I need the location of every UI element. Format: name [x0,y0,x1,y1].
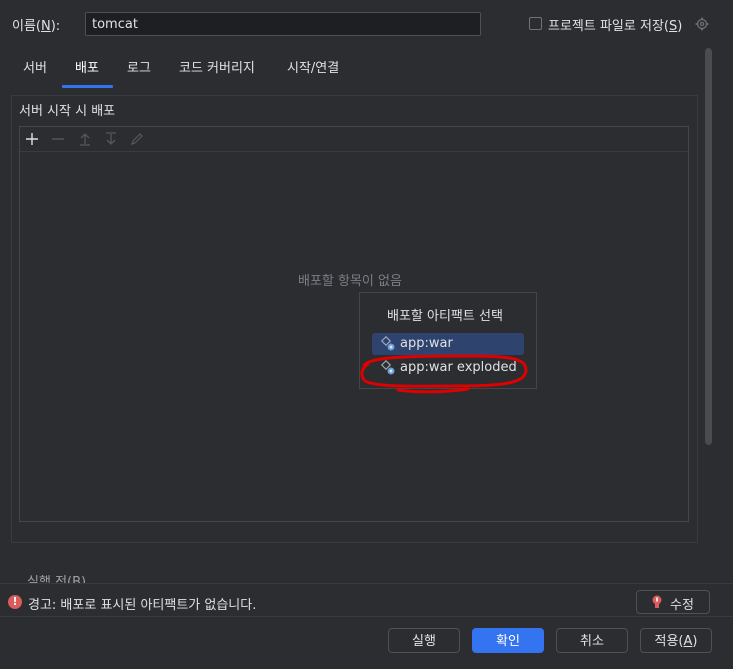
tab-code-coverage[interactable]: 코드 커버리지 [179,57,255,87]
minus-icon[interactable] [50,131,66,147]
red-bulb-icon [652,595,662,608]
ok-button[interactable]: 확인 [472,628,544,653]
artifact-item-label: app:war [400,336,453,351]
plus-icon[interactable] [24,131,40,147]
popup-title: 배포할 아티팩트 선택 [387,309,503,324]
active-tab-indicator [62,85,113,88]
edit-icon[interactable] [129,131,145,147]
name-input[interactable] [85,12,481,36]
tab-deployment[interactable]: 배포 [75,57,99,87]
artifact-icon [380,336,395,351]
move-up-icon[interactable] [77,131,93,147]
save-to-project-checkbox[interactable] [529,17,542,30]
error-icon: ! [8,595,22,609]
move-down-icon[interactable] [103,131,119,147]
tab-server[interactable]: 서버 [23,57,47,87]
tab-logs[interactable]: 로그 [127,57,151,87]
fix-button-label: 수정 [670,598,694,613]
list-toolbar [20,127,688,152]
before-launch-toggle[interactable]: ⌄ 실행 전(B) [12,571,86,583]
apply-button[interactable]: 적용(A) [640,628,712,653]
before-launch-clip: ⌄ 실행 전(B) [0,560,733,583]
warning-text: 경고: 배포로 표시된 아티팩트가 없습니다. [28,598,257,613]
divider [0,583,733,584]
empty-list-text: 배포할 항목이 없음 [298,274,402,289]
scrollbar-thumb[interactable] [705,48,712,445]
red-annotation-circle [360,354,528,394]
deployment-list[interactable] [19,126,689,522]
name-label: 이름(N): [12,19,61,34]
section-title: 서버 시작 시 배포 [19,100,120,119]
tab-startup-connection[interactable]: 시작/연결 [287,57,339,87]
gear-icon[interactable] [695,17,709,31]
before-launch-label: 실행 전(B) [27,575,87,583]
run-button[interactable]: 실행 [388,628,460,653]
cancel-button[interactable]: 취소 [556,628,628,653]
save-to-project-label[interactable]: 프로젝트 파일로 저장(S) [548,15,682,34]
footer-divider [0,616,733,617]
